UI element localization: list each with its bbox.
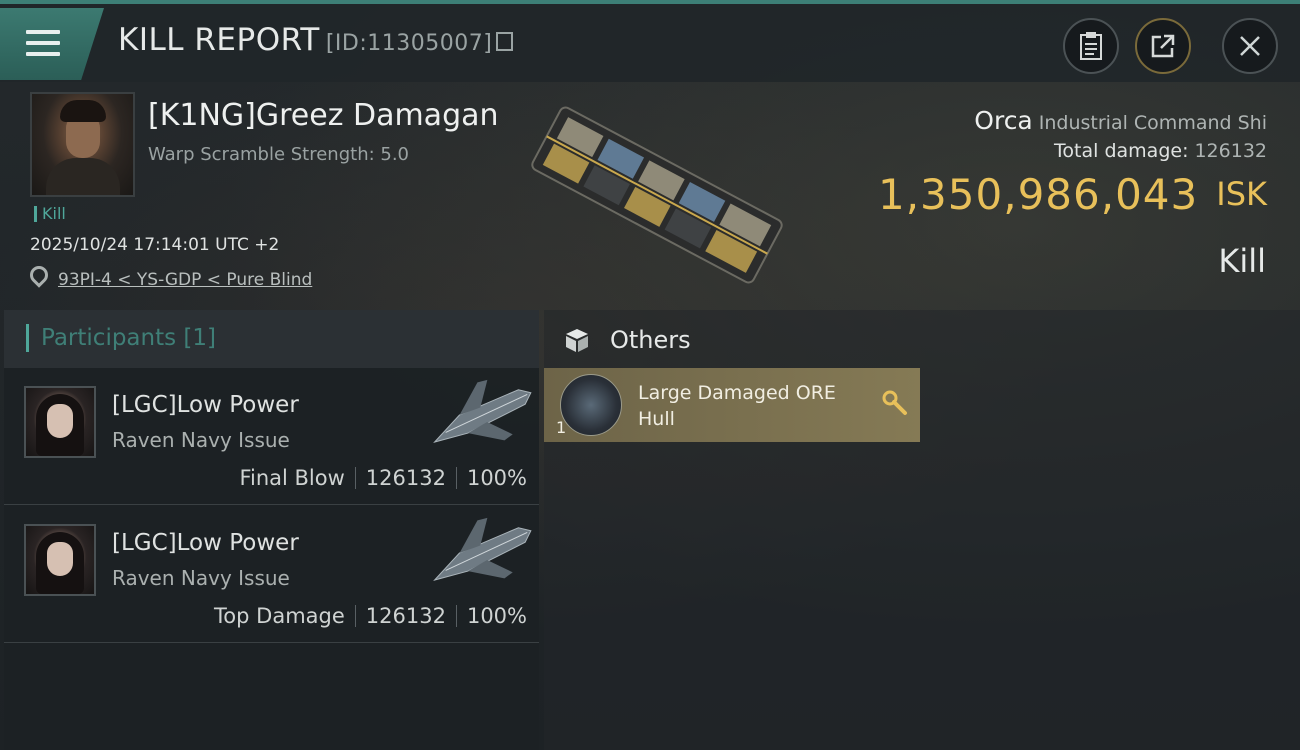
divider bbox=[455, 467, 457, 489]
kill-location: 93PI-4 < YS-GDP < Pure Blind bbox=[26, 262, 312, 290]
participant-ship-image bbox=[433, 517, 532, 581]
kill-datetime: 2025/10/24 17:14:01 UTC +2 bbox=[30, 235, 280, 255]
clipboard-button[interactable] bbox=[1063, 18, 1119, 74]
participant-percent: 100% bbox=[466, 604, 527, 628]
share-icon bbox=[1151, 34, 1175, 58]
portrait-hair bbox=[60, 100, 106, 122]
menu-icon bbox=[26, 30, 60, 34]
participant-stats: Final Blow 126132 100% bbox=[239, 466, 527, 490]
participant-row[interactable]: [LGC]Low Power Raven Navy Issue Final Bl… bbox=[4, 368, 539, 505]
isk-value-line: 1,350,986,043 ISK bbox=[878, 170, 1267, 219]
close-icon bbox=[1240, 36, 1260, 56]
wrench-icon bbox=[882, 390, 907, 415]
share-button[interactable] bbox=[1135, 18, 1191, 74]
victim-ship-image bbox=[531, 106, 783, 284]
participant-ship-image bbox=[433, 379, 532, 443]
participant-row[interactable]: [LGC]Low Power Raven Navy Issue Top Dama… bbox=[4, 506, 539, 643]
participants-header: Participants [1] bbox=[4, 310, 539, 368]
participant-damage: 126132 bbox=[365, 466, 446, 490]
others-title-text: Others bbox=[610, 326, 691, 354]
participants-title-text: Participants bbox=[41, 325, 177, 351]
others-title: Others bbox=[564, 326, 691, 354]
participant-percent: 100% bbox=[466, 466, 527, 490]
portrait-body bbox=[46, 158, 120, 195]
participant-role: Top Damage bbox=[214, 604, 345, 628]
total-damage-value: 126132 bbox=[1194, 140, 1267, 162]
total-damage-label: Total damage: bbox=[1054, 140, 1189, 162]
ship-name[interactable]: Orca bbox=[974, 106, 1032, 135]
divider bbox=[354, 467, 356, 489]
others-panel: Others 1 Large Damaged ORE Hull bbox=[544, 310, 1300, 750]
box-icon bbox=[566, 329, 588, 352]
participant-avatar bbox=[24, 386, 96, 458]
victim-name[interactable]: [K1NG]Greez Damagan bbox=[148, 98, 499, 133]
warp-scramble-strength: Warp Scramble Strength: 5.0 bbox=[148, 144, 410, 165]
copy-icon[interactable] bbox=[496, 32, 514, 51]
isk-value: 1,350,986,043 bbox=[877, 170, 1199, 219]
victim-portrait[interactable] bbox=[30, 92, 135, 197]
title-text: KILL REPORT bbox=[118, 22, 320, 58]
header-bar: KILL REPORT [ID:11305007] bbox=[0, 4, 1300, 82]
loot-item[interactable]: 1 Large Damaged ORE Hull bbox=[544, 368, 920, 442]
avatar-face bbox=[47, 542, 73, 576]
menu-icon-bar bbox=[26, 52, 60, 56]
participant-role: Final Blow bbox=[239, 466, 345, 490]
participants-title: Participants [1] bbox=[26, 324, 216, 352]
avatar-face bbox=[47, 404, 73, 438]
menu-icon-bar bbox=[26, 41, 60, 45]
report-id: [ID:11305007] bbox=[325, 31, 493, 56]
participant-stats: Top Damage 126132 100% bbox=[214, 604, 527, 628]
item-thumbnail bbox=[560, 374, 622, 436]
location-link[interactable]: 93PI-4 < YS-GDP < Pure Blind bbox=[58, 270, 312, 290]
result-label: Kill bbox=[1218, 242, 1266, 280]
isk-unit: ISK bbox=[1216, 175, 1267, 213]
divider bbox=[455, 605, 457, 627]
item-quantity: 1 bbox=[556, 418, 567, 437]
total-damage: Total damage: 126132 bbox=[1054, 140, 1267, 162]
participants-panel: Participants [1] [LGC]Low Power Raven Na… bbox=[4, 310, 539, 750]
participant-ship: Raven Navy Issue bbox=[112, 566, 290, 590]
close-button[interactable] bbox=[1222, 18, 1278, 74]
location-pin-icon bbox=[26, 262, 52, 288]
participant-ship: Raven Navy Issue bbox=[112, 428, 290, 452]
participants-count: [1] bbox=[183, 325, 217, 351]
item-name: Large Damaged ORE Hull bbox=[638, 382, 836, 430]
participant-damage: 126132 bbox=[365, 604, 446, 628]
participant-avatar bbox=[24, 524, 96, 596]
ship-class: Industrial Command Shi bbox=[1038, 112, 1267, 134]
participant-name: [LGC]Low Power bbox=[112, 530, 299, 556]
victim-summary: [K1NG]Greez Damagan Warp Scramble Streng… bbox=[0, 82, 1300, 308]
divider bbox=[354, 605, 356, 627]
ship-info: Orca Industrial Command Shi bbox=[907, 106, 1267, 135]
clipboard-icon bbox=[1080, 32, 1102, 60]
participant-name: [LGC]Low Power bbox=[112, 392, 299, 418]
kill-tag: Kill bbox=[34, 206, 66, 222]
page-title: KILL REPORT [ID:11305007] bbox=[118, 22, 514, 58]
menu-button[interactable] bbox=[0, 8, 104, 80]
